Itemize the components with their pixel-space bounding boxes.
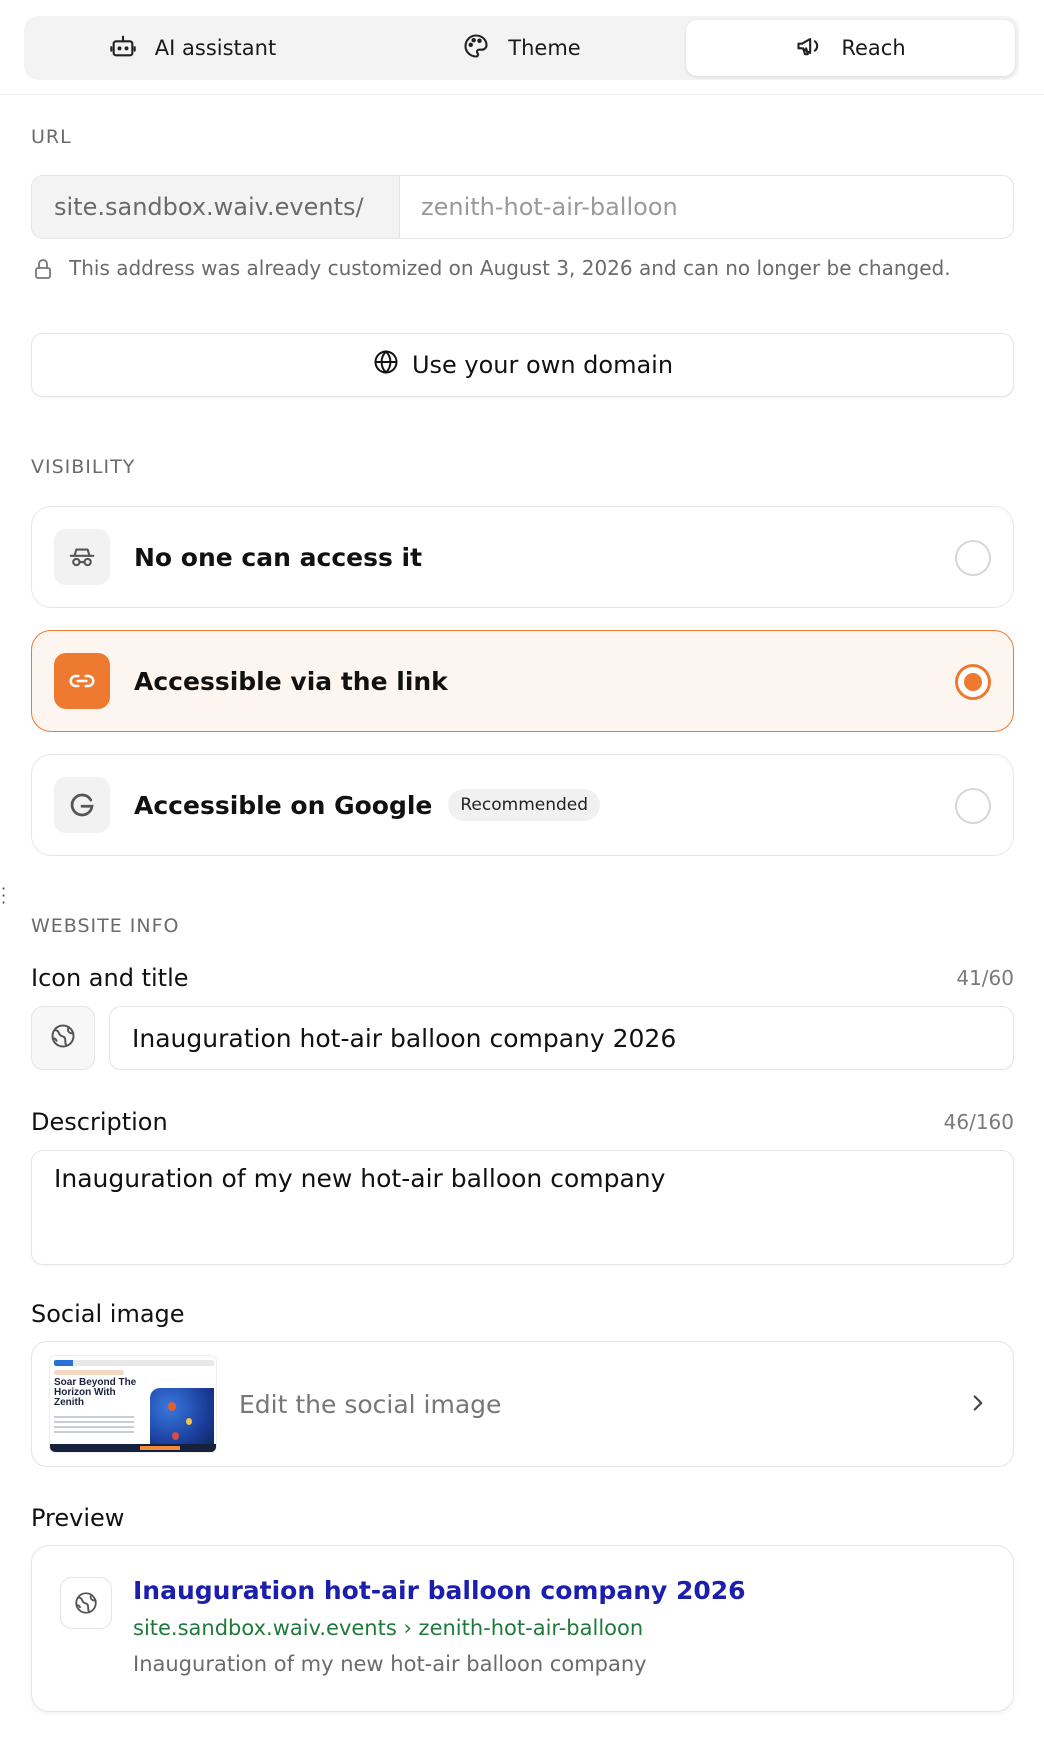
visibility-radio-link[interactable] [955, 664, 991, 700]
robot-icon [109, 32, 137, 65]
icon-title-label: Icon and title [31, 964, 189, 992]
tab-ai-assistant-label: AI assistant [154, 36, 277, 60]
tab-reach[interactable]: Reach [686, 20, 1015, 76]
url-prefix: site.sandbox.waiv.events/ [32, 176, 400, 238]
google-icon [54, 777, 110, 833]
top-tab-bar: AI assistant Theme Reach [0, 0, 1044, 95]
visibility-option-google-label: Accessible on Google [134, 790, 433, 820]
visibility-section-label: VISIBILITY [31, 456, 136, 478]
preview-label: Preview [31, 1504, 125, 1532]
social-image-thumbnail: Soar Beyond The Horizon With Zenith [49, 1355, 217, 1453]
site-icon-button[interactable] [31, 1006, 95, 1070]
search-preview-card: Inauguration hot-air balloon company 202… [31, 1545, 1014, 1712]
social-image-label: Social image [31, 1300, 185, 1328]
thumbnail-headline: Soar Beyond The Horizon With Zenith [54, 1377, 137, 1408]
tab-ai-assistant[interactable]: AI assistant [28, 20, 357, 76]
title-input[interactable]: Inauguration hot-air balloon company 202… [109, 1006, 1014, 1070]
preview-url: site.sandbox.waiv.events › zenith-hot-ai… [133, 1616, 644, 1640]
tabs-container: AI assistant Theme Reach [24, 16, 1019, 80]
use-own-domain-button[interactable]: Use your own domain [31, 333, 1014, 397]
palette-icon [462, 32, 490, 65]
drag-handle-icon[interactable]: · · · [1, 881, 6, 911]
lock-note-text: This address was already customized on A… [69, 256, 951, 280]
description-counter: 46/160 [943, 1110, 1014, 1134]
preview-description: Inauguration of my new hot-air balloon c… [133, 1652, 647, 1676]
url-section-label: URL [31, 126, 72, 148]
description-label: Description [31, 1108, 168, 1136]
use-own-domain-label: Use your own domain [411, 351, 674, 379]
megaphone-icon [795, 32, 823, 65]
visibility-option-private[interactable]: No one can access it [31, 506, 1014, 608]
preview-site-icon [60, 1577, 112, 1629]
visibility-option-private-label: No one can access it [134, 542, 423, 572]
recommended-badge: Recommended [448, 789, 601, 821]
visibility-radio-private[interactable] [955, 540, 991, 576]
link-icon [54, 653, 110, 709]
social-image-card[interactable]: Soar Beyond The Horizon With Zenith Edit… [31, 1341, 1014, 1467]
title-counter: 41/60 [956, 966, 1014, 990]
preview-title: Inauguration hot-air balloon company 202… [133, 1576, 746, 1605]
description-textarea[interactable]: Inauguration of my new hot-air balloon c… [31, 1150, 1014, 1265]
incognito-icon [54, 529, 110, 585]
url-slug-input[interactable]: zenith-hot-air-balloon [400, 176, 1013, 238]
chevron-right-icon [965, 1390, 991, 1416]
website-info-section-label: WEBSITE INFO [31, 915, 180, 937]
visibility-option-link-label: Accessible via the link [134, 666, 448, 696]
edit-social-image-label: Edit the social image [239, 1389, 502, 1419]
lock-icon [31, 254, 55, 289]
tab-theme[interactable]: Theme [357, 20, 686, 76]
visibility-option-link[interactable]: Accessible via the link [31, 630, 1014, 732]
tab-reach-label: Reach [841, 36, 906, 60]
globe-icon [372, 348, 400, 382]
visibility-option-google[interactable]: Accessible on Google Recommended [31, 754, 1014, 856]
visibility-radio-google[interactable] [955, 788, 991, 824]
url-lock-note: This address was already customized on A… [31, 254, 991, 289]
globe-outline-icon [49, 1022, 77, 1054]
url-field: site.sandbox.waiv.events/ zenith-hot-air… [31, 175, 1014, 239]
tab-theme-label: Theme [508, 36, 581, 60]
